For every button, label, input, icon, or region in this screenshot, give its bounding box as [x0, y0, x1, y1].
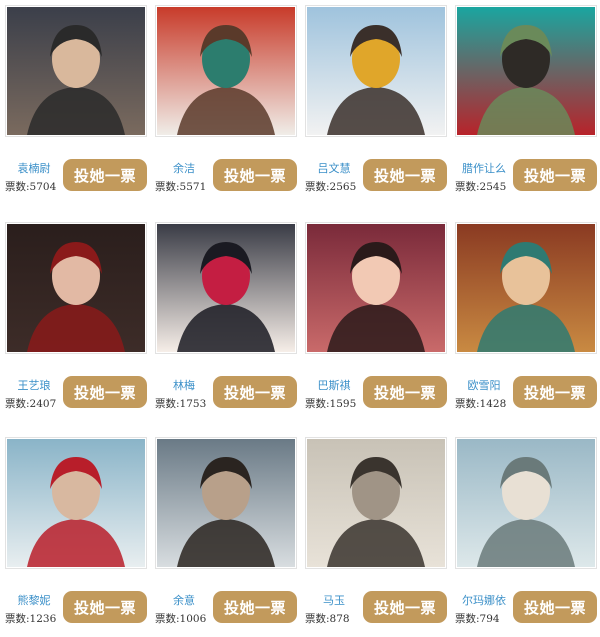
contestant-name[interactable]: 腊作让么: [455, 160, 513, 176]
contestant-photo[interactable]: [305, 222, 447, 354]
contestant-card[interactable]: 袁楠尉票数:5704 投她一票: [5, 5, 147, 205]
contestant-name[interactable]: 林梅: [155, 377, 213, 393]
contestant-name[interactable]: 余洁: [155, 160, 213, 176]
contestant-name[interactable]: 王艺琅: [5, 377, 63, 393]
contestant-name[interactable]: 巴斯祺: [305, 377, 363, 393]
vote-button[interactable]: 投她一票: [213, 159, 297, 191]
vote-count: 票数:2407: [5, 398, 57, 410]
vote-button[interactable]: 投她一票: [513, 159, 597, 191]
vote-count: 票数:878: [305, 613, 350, 625]
contestant-name[interactable]: 袁楠尉: [5, 160, 63, 176]
contestant-photo[interactable]: [155, 437, 297, 569]
contestant-photo[interactable]: [455, 437, 597, 569]
contestant-card[interactable]: 余洁票数:5571 投她一票: [155, 5, 297, 205]
vote-count: 票数:1595: [305, 398, 357, 410]
contestant-card[interactable]: 林梅票数:1753 投她一票: [155, 222, 297, 422]
contestant-card[interactable]: 王艺琅票数:2407 投她一票: [5, 222, 147, 422]
contestant-card[interactable]: 腊作让么票数:2545 投她一票: [455, 5, 597, 205]
vote-button[interactable]: 投她一票: [63, 376, 147, 408]
contestant-card[interactable]: 熊黎妮票数:1236 投她一票: [5, 437, 147, 637]
contestant-photo[interactable]: [455, 222, 597, 354]
vote-button[interactable]: 投她一票: [363, 376, 447, 408]
contestant-name[interactable]: 欧雪阳: [455, 377, 513, 393]
contestant-photo[interactable]: [5, 437, 147, 569]
vote-count: 票数:2545: [455, 181, 507, 193]
contestant-grid: 袁楠尉 票数:5704 投她一票 余洁 票数:5571 投她一票 吕文慧 票数:2565 投她一…: [0, 0, 600, 635]
vote-button[interactable]: 投她一票: [363, 591, 447, 623]
contestant-name[interactable]: 马玉: [305, 592, 363, 608]
contestant-photo[interactable]: [5, 5, 147, 137]
vote-count: 票数:1006: [155, 613, 207, 625]
contestant-photo[interactable]: [305, 5, 447, 137]
vote-button[interactable]: 投她一票: [63, 159, 147, 191]
vote-button[interactable]: 投她一票: [63, 591, 147, 623]
contestant-photo[interactable]: [155, 5, 297, 137]
contestant-card[interactable]: 余意票数:1006 投她一票: [155, 437, 297, 637]
vote-button[interactable]: 投她一票: [513, 376, 597, 408]
vote-count: 票数:2565: [305, 181, 357, 193]
contestant-card[interactable]: 巴斯祺票数:1595 投她一票: [305, 222, 447, 422]
contestant-card[interactable]: 马玉票数:878 投她一票: [305, 437, 447, 637]
contestant-card[interactable]: 吕文慧票数:2565 投她一票: [305, 5, 447, 205]
vote-count: 票数:1428: [455, 398, 507, 410]
contestant-name[interactable]: 熊黎妮: [5, 592, 63, 608]
contestant-card[interactable]: 尔玛娜依票数:794 投她一票: [455, 437, 597, 637]
vote-count: 票数:1753: [155, 398, 207, 410]
contestant-photo[interactable]: [5, 222, 147, 354]
vote-button[interactable]: 投她一票: [513, 591, 597, 623]
vote-count: 票数:5571: [155, 181, 207, 193]
vote-button[interactable]: 投她一票: [213, 591, 297, 623]
contestant-photo[interactable]: [305, 437, 447, 569]
vote-button[interactable]: 投她一票: [213, 376, 297, 408]
vote-count: 票数:794: [455, 613, 500, 625]
contestant-card[interactable]: 欧雪阳票数:1428 投她一票: [455, 222, 597, 422]
vote-button[interactable]: 投她一票: [363, 159, 447, 191]
contestant-name[interactable]: 尔玛娜依: [455, 592, 513, 608]
contestant-name[interactable]: 吕文慧: [305, 160, 363, 176]
vote-count: 票数:5704: [5, 181, 57, 193]
vote-count: 票数:1236: [5, 613, 57, 625]
contestant-photo[interactable]: [155, 222, 297, 354]
contestant-name[interactable]: 余意: [155, 592, 213, 608]
contestant-photo[interactable]: [455, 5, 597, 137]
